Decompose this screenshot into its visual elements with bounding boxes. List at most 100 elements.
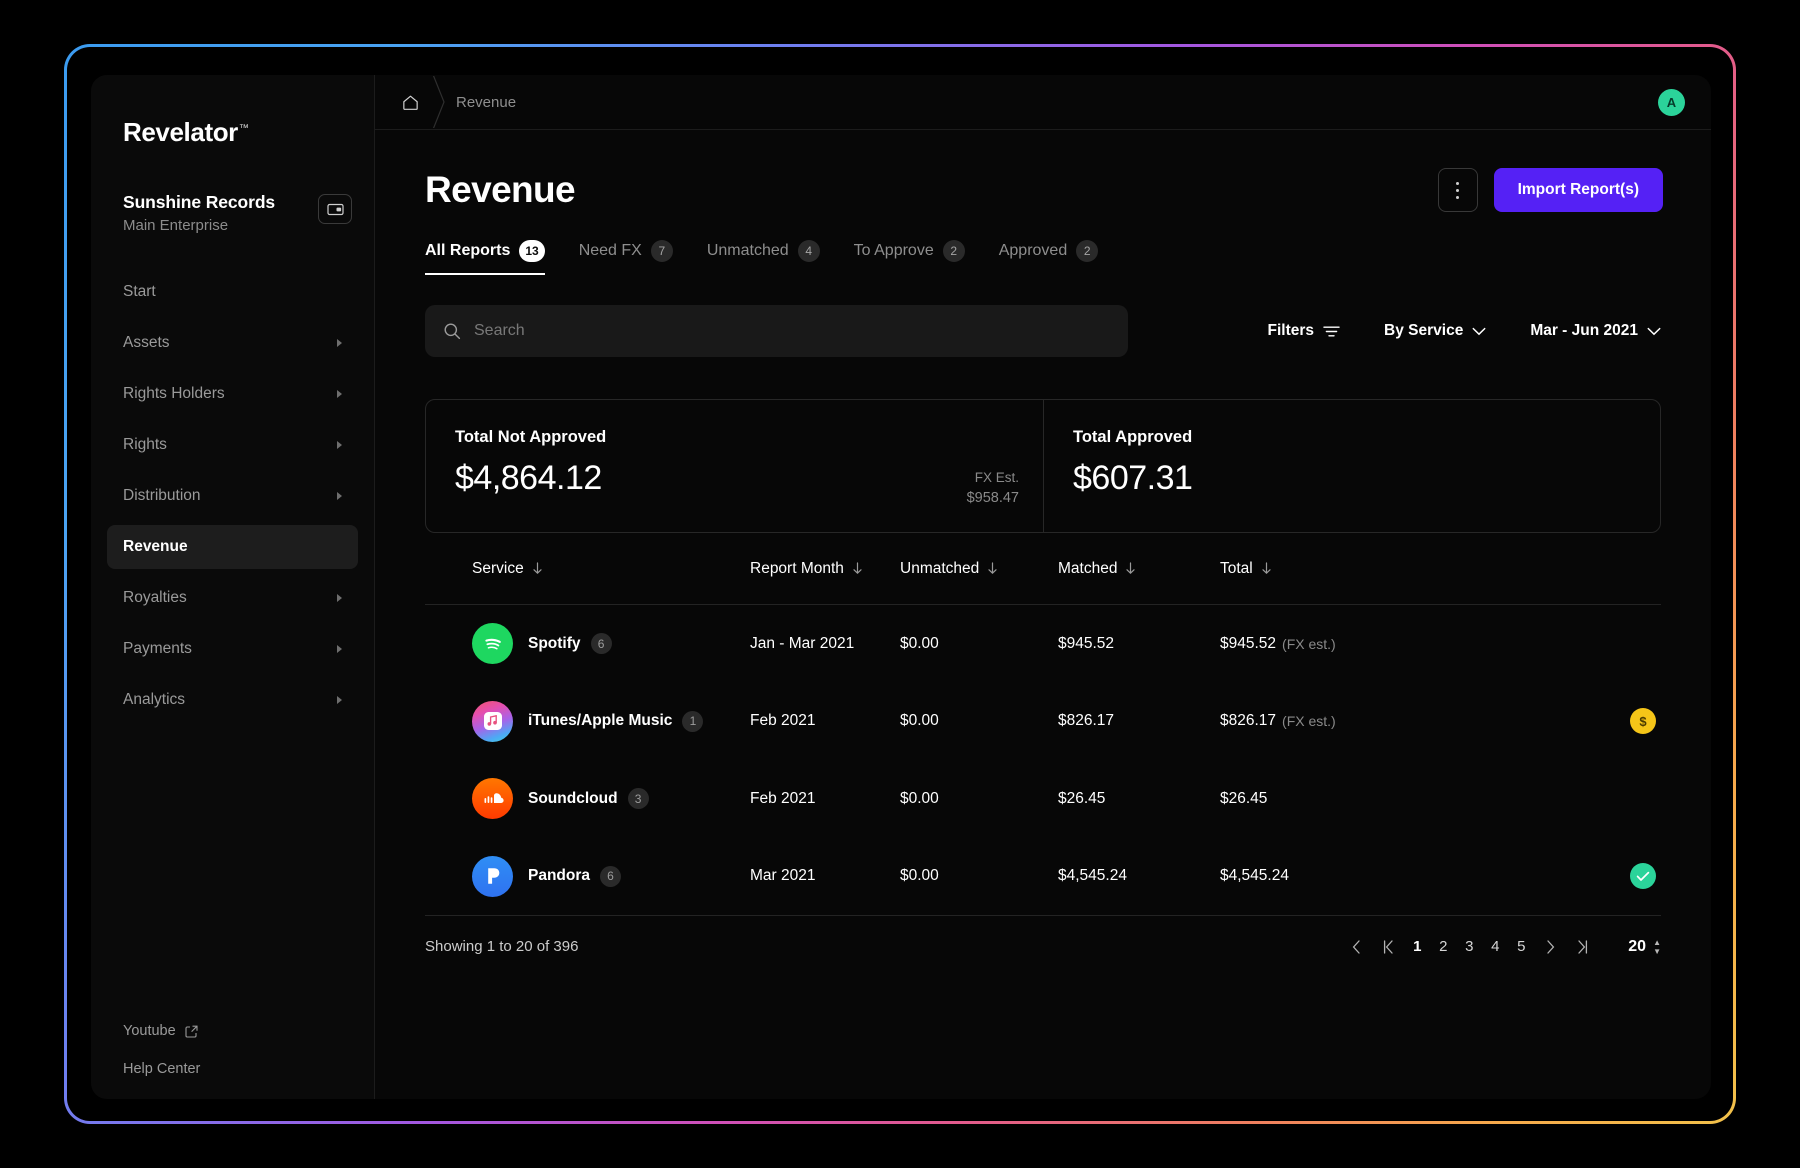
chevron-right-icon [337,696,342,704]
table-row[interactable]: iTunes/Apple Music 1 Feb 2021 $0.00 $826… [425,683,1661,761]
column-header-report-month[interactable]: Report Month [750,560,900,578]
sidebar-item-analytics[interactable]: Analytics [107,678,358,722]
external-link-icon [185,1025,198,1038]
sort-down-icon [853,562,862,575]
breadcrumb-home-link[interactable] [401,93,420,112]
more-vertical-icon [1456,181,1460,185]
sidebar-item-revenue[interactable]: Revenue [107,525,358,569]
pagination-prev-button[interactable] [1342,933,1370,961]
sidebar: Revelator™ Sunshine Records Main Enterpr… [91,75,375,1099]
breadcrumb-current[interactable]: Revenue [456,94,516,111]
sidebar-nav: Start Assets Rights Holders Rights Distr… [91,270,374,722]
more-options-button[interactable] [1437,168,1478,212]
chevron-separator-icon [432,76,445,128]
column-header-matched[interactable]: Matched [1058,560,1220,578]
pandora-glyph [487,868,499,885]
sidebar-item-start[interactable]: Start [107,270,358,314]
date-range-dropdown[interactable]: Mar - Jun 2021 [1530,322,1661,340]
cell-status: $ [1599,708,1661,735]
tab-need-fx[interactable]: Need FX 7 [579,240,673,275]
organization-name: Sunshine Records [123,192,276,212]
pagination-last-button[interactable] [1568,933,1596,961]
cell-total: $945.52 (FX est.) [1220,635,1599,653]
tab-to-approve[interactable]: To Approve 2 [854,240,965,275]
search-icon [444,323,461,340]
column-label: Matched [1058,559,1118,577]
sidebar-item-label: Distribution [123,487,201,504]
table-row[interactable]: Pandora 6 Mar 2021 $0.00 $4,545.24 $4,54… [425,838,1661,916]
footer-link-label: Youtube [123,1023,176,1039]
search-box[interactable] [425,305,1128,357]
sort-down-icon [988,562,997,575]
tab-approved[interactable]: Approved 2 [999,240,1099,275]
switch-account-button[interactable] [318,194,352,224]
tab-badge: 7 [650,240,673,262]
pagination-first-button[interactable] [1374,933,1402,961]
status-badge-fx-needed[interactable]: $ [1630,708,1656,735]
sidebar-item-rights-holders[interactable]: Rights Holders [107,372,358,416]
page-size-selector[interactable]: 20 ▲ ▼ [1628,938,1661,956]
total-amount: $945.52 [1220,634,1277,652]
page-title: Revenue [425,169,576,210]
avatar[interactable]: A [1658,88,1685,116]
tab-all-reports[interactable]: All Reports 13 [425,240,545,275]
total-amount: $826.17 [1220,712,1277,730]
sidebar-item-payments[interactable]: Payments [107,627,358,671]
cell-unmatched: $0.00 [900,634,939,652]
apple-music-icon [472,700,513,742]
group-by-dropdown[interactable]: By Service [1384,322,1486,340]
organization-text: Sunshine Records Main Enterprise [123,192,318,234]
cell-service: Soundcloud 3 [425,778,750,820]
pagination-page-3[interactable]: 3 [1458,933,1480,961]
tab-unmatched[interactable]: Unmatched 4 [707,240,820,275]
footer-link-help-center[interactable]: Help Center [123,1061,374,1077]
summary-cards: Total Not Approved $4,864.12 FX Est. $95… [425,399,1661,533]
column-header-service[interactable]: Service [425,560,750,578]
pagination-next-button[interactable] [1536,933,1564,961]
main-content: Revenue A Revenue Import Report(s) All R… [375,75,1711,1099]
cell-report-month: Mar 2021 [750,867,816,885]
pagination-page-4[interactable]: 4 [1484,933,1506,961]
filters-label: Filters [1267,322,1315,339]
chevron-down-icon [1647,327,1661,335]
filters-button[interactable]: Filters [1268,322,1341,340]
import-reports-button[interactable]: Import Report(s) [1493,168,1663,212]
card-total-not-approved: Total Not Approved $4,864.12 FX Est. $95… [426,400,1043,532]
table-row[interactable]: Spotify 6 Jan - Mar 2021 $0.00 $945.52 $… [425,605,1661,683]
table-row[interactable]: Soundcloud 3 Feb 2021 $0.00 $26.45 $26.4… [425,760,1661,838]
total-fx-note: (FX est.) [1282,713,1336,730]
column-header-unmatched[interactable]: Unmatched [900,560,1058,578]
app-gradient-frame: Revelator™ Sunshine Records Main Enterpr… [64,44,1736,1124]
service-report-count: 6 [600,865,622,887]
group-by-label: By Service [1384,322,1464,339]
cell-service: Spotify 6 [425,623,750,665]
status-badge-approved[interactable] [1630,863,1656,890]
chevron-right-icon [337,441,342,449]
tab-bar: All Reports 13 Need FX 7 Unmatched 4 To … [375,212,1711,275]
page-size-value: 20 [1628,937,1647,955]
cell-total: $26.45 [1220,790,1599,808]
pagination-page-1[interactable]: 1 [1406,933,1428,961]
column-header-total[interactable]: Total [1220,560,1599,578]
pagination: 1 2 3 4 5 20 ▲ ▼ [1342,933,1661,961]
sidebar-item-rights[interactable]: Rights [107,423,358,467]
pagination-page-2[interactable]: 2 [1432,933,1454,961]
apple-music-glyph [483,712,502,731]
brand-logo[interactable]: Revelator™ [91,75,374,148]
service-report-count: 6 [590,633,612,655]
pagination-page-5[interactable]: 5 [1510,933,1532,961]
search-input[interactable] [474,322,1110,340]
chevron-down-icon [1472,327,1486,335]
cell-matched: $826.17 [1058,712,1115,730]
table-header-row: Service Report Month Unmatched Matched T… [425,533,1661,605]
footer-link-youtube[interactable]: Youtube [123,1023,374,1039]
sidebar-item-royalties[interactable]: Royalties [107,576,358,620]
breadcrumb-bar: Revenue A [375,75,1711,130]
sidebar-item-assets[interactable]: Assets [107,321,358,365]
tab-badge: 2 [942,240,965,262]
sidebar-item-distribution[interactable]: Distribution [107,474,358,518]
